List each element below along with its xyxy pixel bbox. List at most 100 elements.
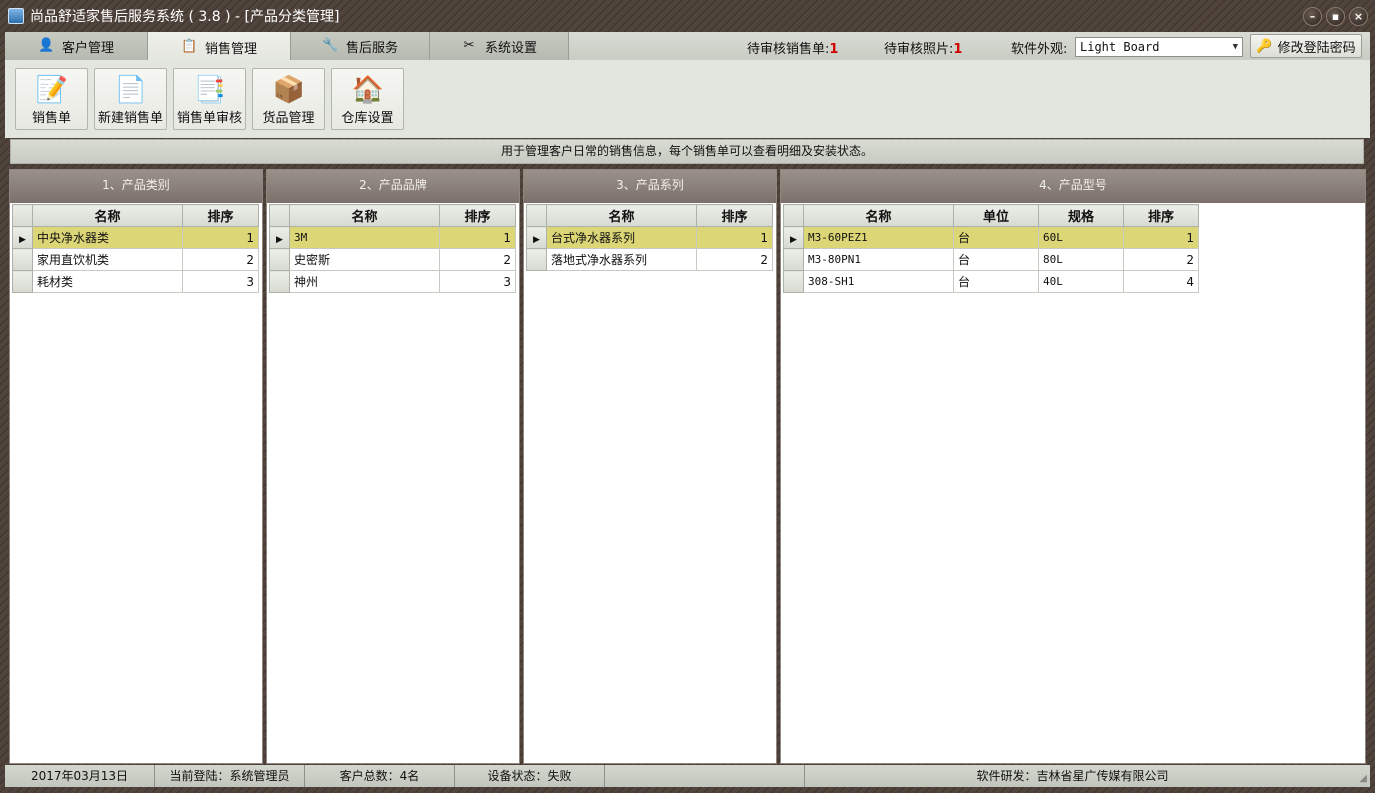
row-pointer-icon: ▶	[783, 226, 804, 249]
row-indicator-header	[526, 204, 547, 227]
button-label: 销售单审核	[176, 111, 242, 126]
customer-icon: 👤	[37, 38, 55, 53]
table-row[interactable]: 308-SH1 台 40L 4	[783, 270, 1199, 293]
tab-settings[interactable]: ✂ 系统设置	[430, 32, 569, 60]
cell-order: 2	[1123, 248, 1199, 271]
series-panel-title: 3、产品系列	[524, 170, 776, 203]
cell-unit: 台	[953, 226, 1039, 249]
cell-order: 1	[439, 226, 516, 249]
column-header[interactable]: 名称	[289, 204, 440, 227]
row-indicator	[783, 248, 804, 271]
row-pointer-icon: ▶	[526, 226, 547, 249]
new-sales-order-icon: 📄	[114, 75, 147, 105]
table-row[interactable]: M3-80PN1 台 80L 2	[783, 248, 1199, 271]
warehouse-icon: 🏠	[351, 75, 384, 105]
table-row[interactable]: 落地式净水器系列 2	[526, 248, 773, 271]
row-indicator	[12, 248, 33, 271]
sales-review-button[interactable]: 📑 销售单审核	[173, 68, 246, 130]
cell-order: 1	[1123, 226, 1199, 249]
row-indicator	[783, 270, 804, 293]
cell-order: 1	[182, 226, 259, 249]
series-panel: 3、产品系列 名称 排序 ▶ 台式净水器系列 1 落地式净水器系列 2	[523, 169, 777, 764]
table-row[interactable]: ▶ 中央净水器类 1	[12, 226, 259, 249]
close-icon[interactable]: ×	[1349, 7, 1368, 26]
table-row[interactable]: ▶ M3-60PEZ1 台 60L 1	[783, 226, 1199, 249]
status-device: 设备状态：失败	[455, 765, 605, 787]
goods-button[interactable]: 📦 货品管理	[252, 68, 325, 130]
skin-select-value: Light Board	[1080, 40, 1160, 54]
column-header[interactable]: 排序	[439, 204, 516, 227]
change-password-label: 修改登陆密码	[1277, 40, 1356, 56]
column-header[interactable]: 单位	[953, 204, 1039, 227]
category-grid: 名称 排序 ▶ 中央净水器类 1 家用直饮机类 2 耗材类 3	[12, 204, 259, 293]
button-label: 新建销售单	[97, 111, 163, 126]
grid-header: 名称 排序	[12, 204, 259, 227]
cell-name: M3-80PN1	[803, 248, 954, 271]
resize-grip-icon[interactable]: ◢	[1359, 768, 1367, 790]
sales-order-icon: 📝	[35, 75, 68, 105]
button-label: 货品管理	[262, 111, 315, 126]
title-bar: 尚品舒适家售后服务系统 ( 3.8 ) - [产品分类管理] – ▪ ×	[0, 0, 1375, 32]
status-login: 当前登陆：系统管理员	[155, 765, 305, 787]
cell-order: 4	[1123, 270, 1199, 293]
column-header[interactable]: 规格	[1038, 204, 1124, 227]
table-row[interactable]: ▶ 台式净水器系列 1	[526, 226, 773, 249]
pending-sales-label: 待审核销售单:	[747, 42, 830, 57]
grid-header: 名称 单位 规格 排序	[783, 204, 1199, 227]
grid-header: 名称 排序	[269, 204, 516, 227]
change-password-button[interactable]: 🔑 修改登陆密码	[1250, 34, 1362, 58]
cell-spec: 60L	[1038, 226, 1124, 249]
tab-sales[interactable]: 📋 销售管理	[148, 32, 291, 62]
category-panel-title: 1、产品类别	[10, 170, 262, 203]
settings-icon: ✂	[463, 38, 475, 53]
column-header[interactable]: 名称	[803, 204, 954, 227]
sales-order-button[interactable]: 📝 销售单	[15, 68, 88, 130]
table-row[interactable]: 神州 3	[269, 270, 516, 293]
model-panel: 4、产品型号 名称 单位 规格 排序 ▶ M3-60PEZ1 台 60L 1 M…	[780, 169, 1366, 764]
cell-unit: 台	[953, 248, 1039, 271]
info-bar: 用于管理客户日常的销售信息，每个销售单可以查看明细及安装状态。	[10, 139, 1364, 164]
status-developer: 软件研发：吉林省星广传媒有限公司	[976, 769, 1169, 783]
warehouse-button[interactable]: 🏠 仓库设置	[331, 68, 404, 130]
column-header[interactable]: 名称	[546, 204, 697, 227]
category-panel: 1、产品类别 名称 排序 ▶ 中央净水器类 1 家用直饮机类 2 耗材类 3	[9, 169, 263, 764]
table-row[interactable]: 耗材类 3	[12, 270, 259, 293]
table-row[interactable]: 史密斯 2	[269, 248, 516, 271]
grid-header: 名称 排序	[526, 204, 773, 227]
cell-order: 2	[439, 248, 516, 271]
table-row[interactable]: 家用直饮机类 2	[12, 248, 259, 271]
key-icon: 🔑	[1256, 38, 1273, 54]
cell-name: 耗材类	[32, 270, 183, 293]
skin-label: 软件外观:	[1011, 42, 1068, 57]
new-sales-order-button[interactable]: 📄 新建销售单	[94, 68, 167, 130]
cell-spec: 80L	[1038, 248, 1124, 271]
column-header[interactable]: 排序	[182, 204, 259, 227]
tab-customer[interactable]: 👤 客户管理	[5, 32, 148, 60]
toolbar: 📝 销售单 📄 新建销售单 📑 销售单审核 📦 货品管理 🏠 仓库设置	[5, 60, 1370, 138]
pending-sales-indicator[interactable]: 待审核销售单:1	[747, 38, 838, 57]
service-icon: 🔧	[321, 38, 339, 53]
pending-photos-count: 1	[953, 42, 963, 57]
tab-label: 客户管理	[61, 40, 114, 56]
model-panel-title: 4、产品型号	[781, 170, 1365, 203]
status-date: 2017年03月13日	[5, 765, 155, 787]
minimize-icon[interactable]: –	[1303, 7, 1322, 26]
chevron-down-icon: ▼	[1232, 42, 1238, 52]
series-grid: 名称 排序 ▶ 台式净水器系列 1 落地式净水器系列 2	[526, 204, 773, 271]
cell-name: 神州	[289, 270, 440, 293]
status-bar: 2017年03月13日 当前登陆：系统管理员 客户总数：4名 设备状态：失败 软…	[5, 765, 1370, 787]
pending-photos-indicator[interactable]: 待审核照片:1	[884, 38, 962, 57]
maximize-icon[interactable]: ▪	[1326, 7, 1345, 26]
column-header[interactable]: 名称	[32, 204, 183, 227]
column-header[interactable]: 排序	[1123, 204, 1199, 227]
tab-service[interactable]: 🔧 售后服务	[291, 32, 430, 60]
row-indicator-header	[12, 204, 33, 227]
table-row[interactable]: ▶ 3M 1	[269, 226, 516, 249]
cell-order: 3	[439, 270, 516, 293]
model-grid: 名称 单位 规格 排序 ▶ M3-60PEZ1 台 60L 1 M3-80PN1…	[783, 204, 1199, 293]
row-indicator	[526, 248, 547, 271]
cell-name: 中央净水器类	[32, 226, 183, 249]
skin-select[interactable]: Light Board ▼	[1075, 37, 1243, 57]
column-header[interactable]: 排序	[696, 204, 773, 227]
main-tab-bar: 👤 客户管理 📋 销售管理 🔧 售后服务 ✂ 系统设置 待审核销售单:1 待审核…	[5, 32, 1370, 62]
